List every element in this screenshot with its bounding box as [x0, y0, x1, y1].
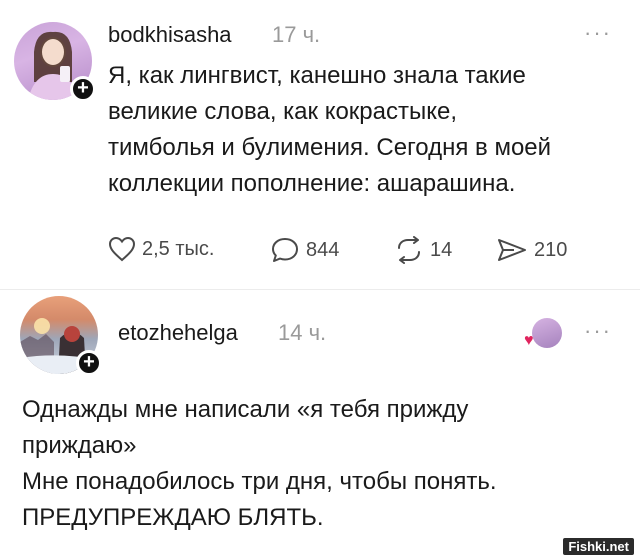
post-text-line: Однажды мне написали «я тебя прижду: [22, 396, 469, 423]
post-text: Я, как лингвист, канешно знала такие вел…: [108, 58, 551, 202]
liked-heart-icon: ♥: [524, 332, 534, 349]
post-text-line: великие слова, как кокрастыке,: [108, 98, 458, 125]
repost-count: 14: [430, 238, 453, 261]
repost-arrows-icon: [394, 236, 424, 264]
share-button[interactable]: 210: [496, 236, 567, 264]
post-text: Однажды мне написали «я тебя прижду приж…: [22, 392, 497, 536]
like-count: 2,5 тыс.: [142, 237, 215, 260]
follow-plus-icon[interactable]: +: [76, 350, 102, 376]
repost-button[interactable]: 14: [394, 236, 452, 264]
post-text-line: коллекции пополнение: ашарашина.: [108, 170, 516, 197]
more-options-icon[interactable]: ···: [584, 318, 612, 344]
like-button[interactable]: 2,5 тыс.: [108, 236, 214, 262]
post-time: 14 ч.: [278, 320, 327, 345]
comment-count: 844: [306, 238, 340, 261]
post-time: 17 ч.: [272, 22, 321, 47]
avatar-etozhehelga[interactable]: +: [20, 296, 102, 376]
post-1: + bodkhisasha 17 ч. ··· Я, как лингвист,…: [0, 0, 640, 290]
post-text-line: тимболья и булимения. Сегодня в моей: [108, 134, 552, 161]
follow-plus-icon[interactable]: +: [70, 76, 96, 102]
avatar-bodkhisasha[interactable]: +: [14, 22, 96, 102]
more-options-icon[interactable]: ···: [584, 20, 612, 46]
watermark: Fishki.net: [563, 538, 634, 555]
heart-icon: [108, 236, 136, 262]
post-text-line: приждаю»: [22, 432, 137, 459]
username[interactable]: bodkhisasha: [108, 22, 232, 48]
comment-bubble-icon: [270, 236, 300, 264]
send-arrow-icon: [496, 236, 528, 264]
post-text-line: Мне понадобилось три дня, чтобы понять.: [22, 468, 497, 495]
post-text-line: Я, как лингвист, канешно знала такие: [108, 62, 526, 89]
username[interactable]: etozhehelga: [118, 320, 238, 346]
post-text-line: ПРЕДУПРЕЖДАЮ БЛЯТЬ.: [22, 504, 324, 531]
share-count: 210: [534, 238, 568, 261]
liked-by-avatar[interactable]: [532, 318, 562, 348]
post-2: + etozhehelga 14 ч. ♥ ··· Однажды мне на…: [0, 290, 640, 557]
comment-button[interactable]: 844: [270, 236, 339, 264]
